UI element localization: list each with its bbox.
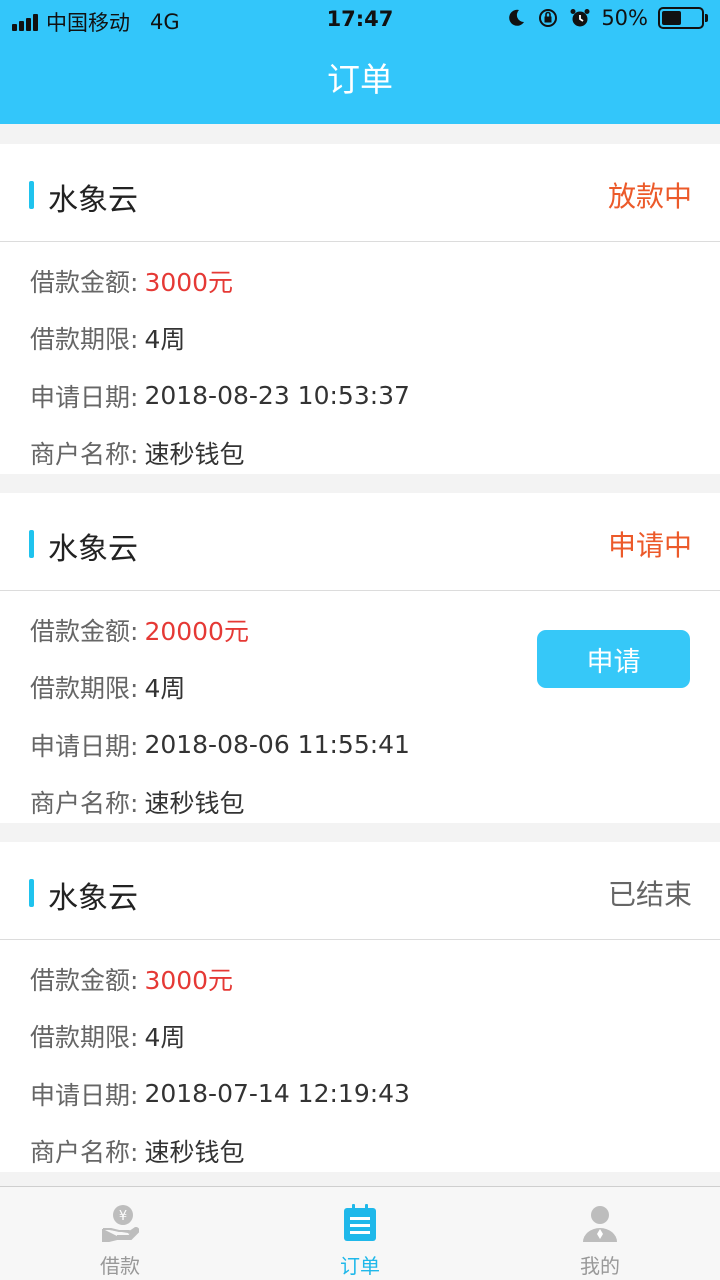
svg-text:¥: ¥	[119, 1209, 127, 1224]
rotation-lock-icon	[539, 9, 558, 27]
order-product-name: 水象云	[48, 881, 138, 916]
merchant-row: 商户名称: 速秒钱包	[30, 425, 720, 483]
order-status: 放款中	[607, 180, 692, 213]
alarm-icon	[570, 9, 590, 27]
amount-value: 3000元	[144, 267, 234, 297]
tab-mine[interactable]: 我的	[480, 1187, 720, 1280]
tab-orders[interactable]: 订单	[240, 1187, 480, 1280]
accent-bar	[29, 181, 34, 209]
accent-bar	[29, 879, 34, 907]
apply-button[interactable]: 申请	[537, 630, 690, 688]
date-label: 申请日期:	[30, 382, 139, 412]
order-card[interactable]: 水象云 申请中 借款金额: 20000元 借款期限: 4周 申请日期: 2018-08…	[0, 493, 720, 823]
merchant-label: 商户名称:	[30, 789, 139, 819]
merchant-label: 商户名称:	[30, 440, 139, 470]
term-value: 4周	[144, 325, 186, 355]
tab-label: 订单	[340, 1254, 380, 1278]
date-label: 申请日期:	[30, 731, 139, 761]
tab-label: 我的	[580, 1254, 620, 1278]
order-card[interactable]: 水象云 放款中 借款金额: 3000元 借款期限: 4周 申请日期: 2018-08-…	[0, 144, 720, 474]
date-value: 2018-08-23 10:53:37	[144, 381, 410, 411]
order-card-header: 水象云 已结束	[0, 842, 720, 940]
loan-hand-icon: ¥	[102, 1205, 139, 1242]
term-value: 4周	[144, 1023, 186, 1053]
battery-percent: 50%	[601, 6, 648, 30]
order-status: 申请中	[607, 529, 692, 562]
date-label: 申请日期:	[30, 1080, 139, 1110]
merchant-label: 商户名称:	[30, 1138, 139, 1168]
order-card[interactable]: 水象云 已结束 借款金额: 3000元 借款期限: 4周 申请日期: 2018-07-…	[0, 842, 720, 1172]
tab-loan[interactable]: ¥ 借款	[0, 1187, 240, 1280]
tab-bar: ¥ 借款 订单 我的	[0, 1186, 720, 1280]
order-card-header: 水象云 申请中	[0, 493, 720, 591]
date-row: 申请日期: 2018-08-06 11:55:41	[30, 716, 720, 774]
merchant-row: 商户名称: 速秒钱包	[30, 774, 720, 832]
date-row: 申请日期: 2018-07-14 12:19:43	[30, 1065, 720, 1123]
order-list-icon	[344, 1204, 376, 1241]
merchant-value: 速秒钱包	[144, 789, 245, 819]
term-label: 借款期限:	[30, 325, 139, 355]
profile-user-icon	[583, 1206, 617, 1242]
amount-value: 3000元	[144, 965, 234, 995]
term-label: 借款期限:	[30, 1023, 139, 1053]
status-bar: 中国移动 4G 17:47 50%	[0, 0, 720, 40]
date-row: 申请日期: 2018-08-23 10:53:37	[30, 367, 720, 425]
moon-icon	[509, 9, 525, 26]
term-row: 借款期限: 4周	[30, 310, 720, 368]
accent-bar	[29, 530, 34, 558]
date-value: 2018-08-06 11:55:41	[144, 730, 410, 760]
merchant-value: 速秒钱包	[144, 1138, 245, 1168]
merchant-value: 速秒钱包	[144, 440, 245, 470]
order-status: 已结束	[607, 878, 692, 911]
tab-label: 借款	[100, 1254, 140, 1278]
battery-icon	[658, 7, 708, 29]
order-card-header: 水象云 放款中	[0, 144, 720, 242]
amount-row: 借款金额: 3000元	[30, 252, 720, 310]
term-row: 借款期限: 4周	[30, 1008, 720, 1066]
amount-label: 借款金额:	[30, 965, 139, 995]
order-product-name: 水象云	[48, 183, 138, 218]
date-value: 2018-07-14 12:19:43	[144, 1079, 410, 1109]
amount-value: 20000元	[144, 616, 249, 646]
amount-label: 借款金额:	[30, 616, 139, 646]
term-label: 借款期限:	[30, 674, 139, 704]
term-value: 4周	[144, 674, 186, 704]
merchant-row: 商户名称: 速秒钱包	[30, 1123, 720, 1181]
amount-row: 借款金额: 3000元	[30, 950, 720, 1008]
nav-bar: 订单	[0, 40, 720, 124]
amount-label: 借款金额:	[30, 267, 139, 297]
order-product-name: 水象云	[48, 532, 138, 567]
page-title: 订单	[327, 60, 393, 99]
